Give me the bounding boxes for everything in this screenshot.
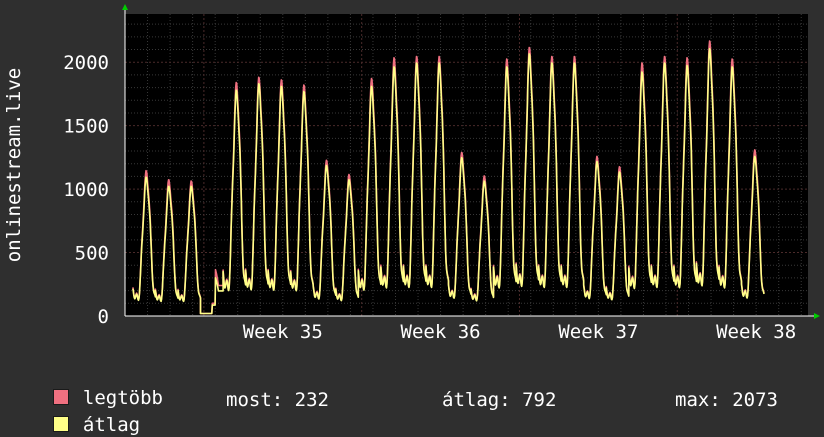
y-axis-arrow-icon (122, 4, 128, 10)
x-tick-label: Week 37 (558, 321, 638, 343)
chart: 0 500 1000 1500 2000 Week 35 Week 36 Week 37 Wee… (3, 4, 820, 343)
stat-current: most: 232 (226, 389, 329, 411)
x-axis-arrow-icon (814, 313, 820, 319)
legend-item-max: legtöbb (30, 362, 163, 409)
stat-maximum: max: 2073 (675, 389, 778, 411)
y-tick-label: 1000 (63, 179, 109, 201)
stat-average: átlag: 792 (442, 389, 557, 411)
legend-item-avg: átlag (30, 389, 140, 436)
y-tick-label: 0 (98, 306, 109, 328)
y-tick-label: 1500 (63, 116, 109, 138)
y-axis-label: onlinestream.live (3, 68, 25, 262)
y-tick-label: 2000 (63, 52, 109, 74)
x-tick-label: Week 38 (716, 321, 796, 343)
y-tick-label: 500 (75, 243, 109, 265)
x-tick-label: Week 36 (401, 321, 481, 343)
legend-label-avg: átlag (82, 414, 141, 436)
x-tick-label: Week 35 (243, 321, 323, 343)
